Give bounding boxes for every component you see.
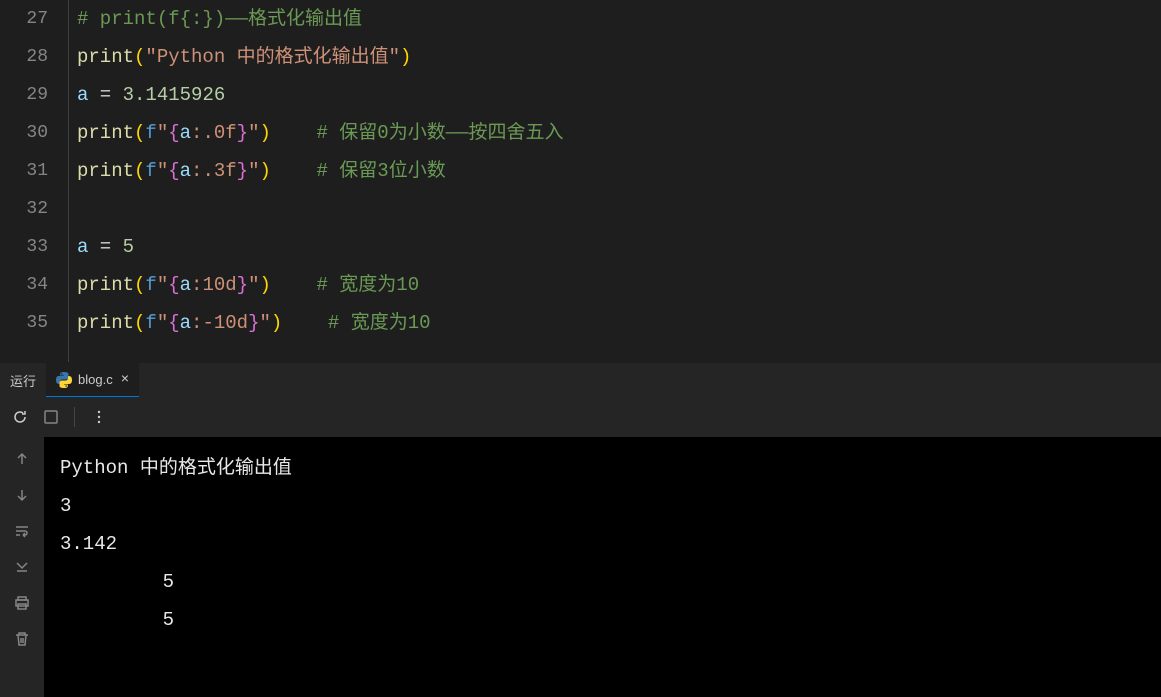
code-content[interactable]: # print(f{:})——格式化输出值print("Python 中的格式化… (68, 0, 1161, 362)
line-number: 34 (0, 266, 48, 304)
python-icon (56, 372, 72, 388)
trash-icon[interactable] (12, 629, 32, 649)
panel-label: 运行 (0, 371, 46, 390)
code-line[interactable]: print(f"{a:.3f}") # 保留3位小数 (77, 152, 1161, 190)
code-line[interactable]: print("Python 中的格式化输出值") (77, 38, 1161, 76)
line-number: 32 (0, 190, 48, 228)
stop-icon[interactable] (44, 410, 58, 424)
wrap-icon[interactable] (12, 521, 32, 541)
line-number: 28 (0, 38, 48, 76)
line-number: 30 (0, 114, 48, 152)
output-line: Python 中的格式化输出值 (60, 449, 1145, 487)
code-editor[interactable]: 272829303132333435 # print(f{:})——格式化输出值… (0, 0, 1161, 362)
toolbar (0, 397, 1161, 437)
terminal-output[interactable]: Python 中的格式化输出值33.142 5 5 (44, 437, 1161, 697)
panel-header: 运行 blog.c × (0, 362, 1161, 397)
rerun-icon[interactable] (12, 409, 28, 425)
more-icon[interactable] (91, 409, 107, 425)
close-icon[interactable]: × (121, 372, 129, 388)
line-number: 27 (0, 0, 48, 38)
code-line[interactable]: print(f"{a:-10d}") # 宽度为10 (77, 304, 1161, 342)
arrow-up-icon[interactable] (12, 449, 32, 469)
arrow-down-icon[interactable] (12, 485, 32, 505)
line-gutter: 272829303132333435 (0, 0, 68, 362)
output-line: 3 (60, 487, 1145, 525)
output-line: 5 (60, 601, 1145, 639)
line-number: 33 (0, 228, 48, 266)
code-line[interactable] (77, 190, 1161, 228)
terminal-sidebar (0, 437, 44, 697)
code-line[interactable]: a = 3.1415926 (77, 76, 1161, 114)
print-icon[interactable] (12, 593, 32, 613)
line-number: 31 (0, 152, 48, 190)
output-line: 3.142 (60, 525, 1145, 563)
run-tab[interactable]: blog.c × (46, 363, 139, 397)
code-line[interactable]: print(f"{a:.0f}") # 保留0为小数——按四舍五入 (77, 114, 1161, 152)
toolbar-divider (74, 407, 75, 427)
scroll-end-icon[interactable] (12, 557, 32, 577)
line-number: 29 (0, 76, 48, 114)
code-line[interactable]: a = 5 (77, 228, 1161, 266)
output-line: 5 (60, 563, 1145, 601)
terminal-area: Python 中的格式化输出值33.142 5 5 (0, 437, 1161, 697)
line-number: 35 (0, 304, 48, 342)
tab-name: blog.c (78, 372, 113, 387)
code-line[interactable]: # print(f{:})——格式化输出值 (77, 0, 1161, 38)
code-line[interactable]: print(f"{a:10d}") # 宽度为10 (77, 266, 1161, 304)
